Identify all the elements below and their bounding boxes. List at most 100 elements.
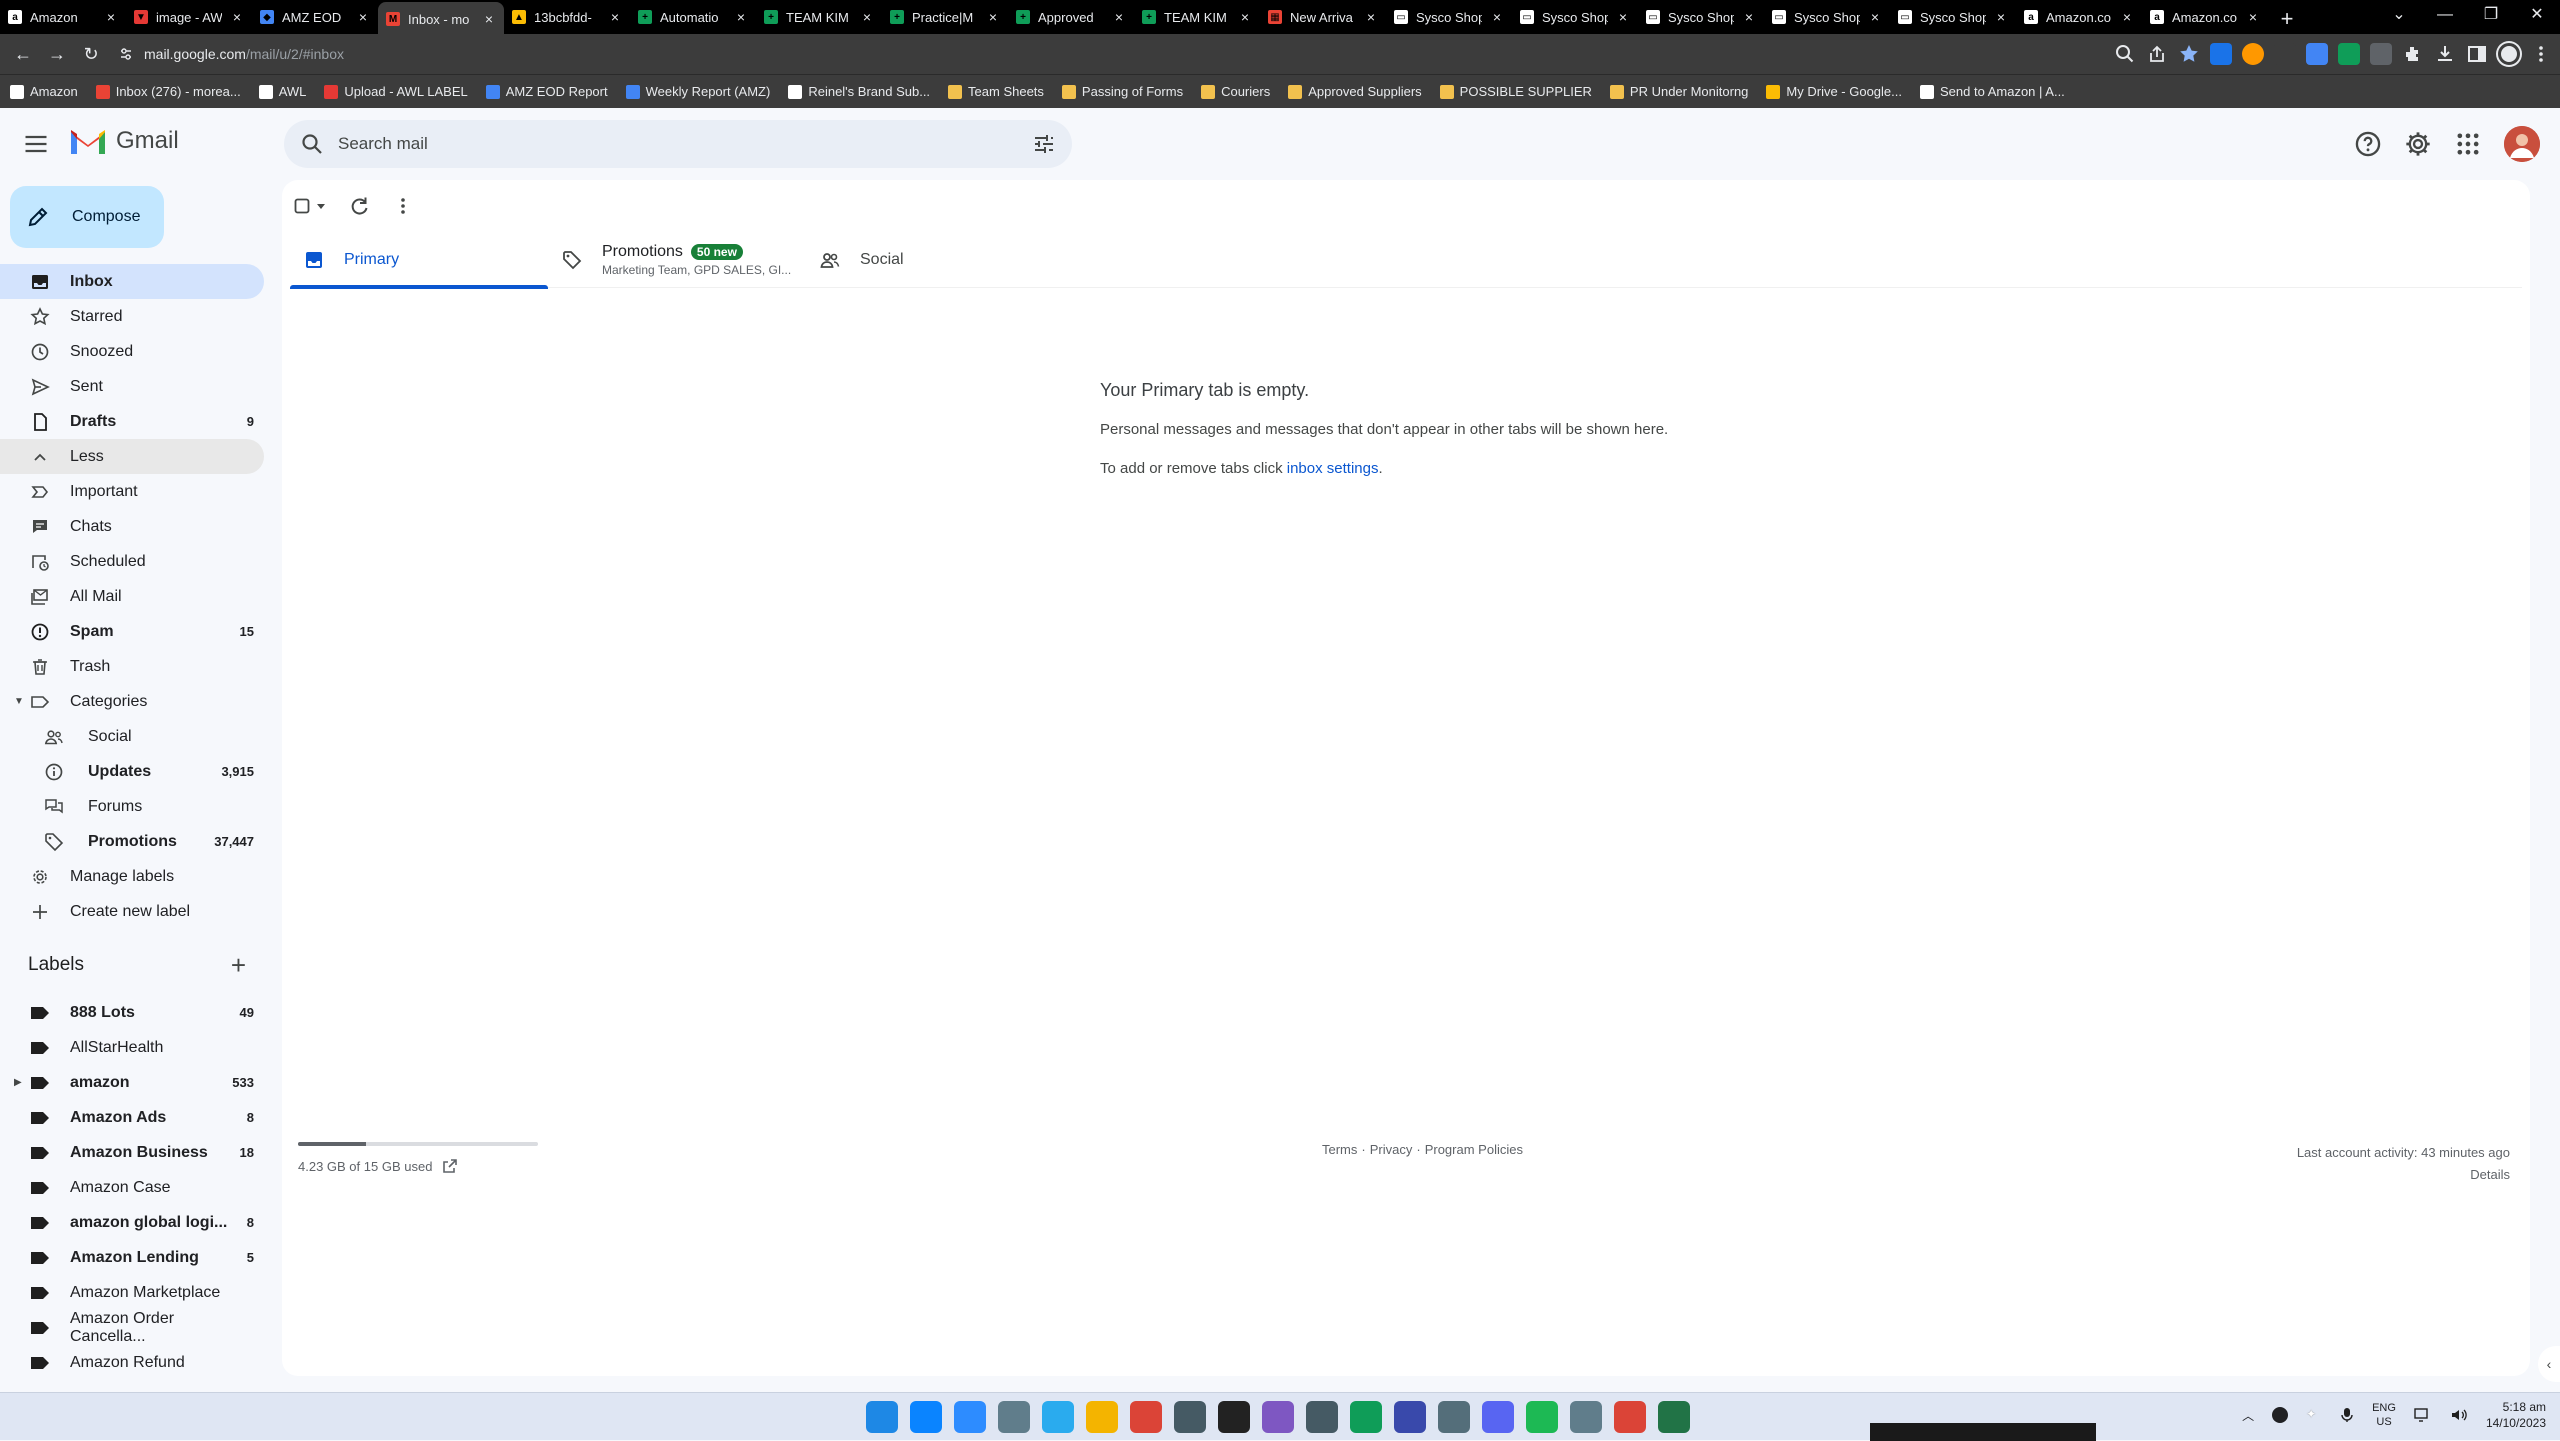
browser-tab[interactable]: M Inbox - mo × [378, 2, 504, 36]
taskbar-app-icon[interactable] [1350, 1401, 1382, 1433]
tab-search-icon[interactable]: ⌄ [2376, 0, 2422, 30]
browser-tab[interactable]: + TEAM KIM × [756, 2, 882, 32]
taskbar-app-icon[interactable] [1394, 1401, 1426, 1433]
bookmark-item[interactable]: POSSIBLE SUPPLIER [1439, 84, 1592, 99]
inbox-settings-link[interactable]: inbox settings [1287, 460, 1379, 477]
search-options-icon[interactable] [1032, 132, 1056, 156]
label-item[interactable]: Amazon Marketplace [0, 1275, 264, 1310]
browser-tab[interactable]: + TEAM KIM × [1134, 2, 1260, 32]
sidebar-item-inbox[interactable]: Inbox [0, 264, 264, 299]
new-tab-button[interactable]: + [2272, 4, 2302, 34]
taskbar-app-icon[interactable] [910, 1401, 942, 1433]
reload-button[interactable]: ↻ [76, 39, 106, 69]
extensions-puzzle-icon[interactable] [2402, 43, 2424, 65]
bookmark-item[interactable]: Amazon [10, 84, 78, 99]
account-avatar[interactable] [2504, 126, 2540, 162]
taskbar-app-icon[interactable] [1438, 1401, 1470, 1433]
back-button[interactable]: ← [8, 39, 38, 69]
bookmark-item[interactable]: Upload - AWL LABEL [324, 84, 468, 99]
sidebar-item-starred[interactable]: Starred [0, 299, 264, 334]
sidebar-item-spam[interactable]: Spam 15 [0, 614, 264, 649]
taskbar-app-icon[interactable] [1086, 1401, 1118, 1433]
label-item[interactable]: Amazon Business 18 [0, 1135, 264, 1170]
search-icon[interactable] [300, 132, 324, 156]
side-panel-icon[interactable] [2466, 43, 2488, 65]
system-clock[interactable]: 5:18 am 14/10/2023 [2486, 1399, 2546, 1431]
restore-button[interactable]: ❐ [2468, 0, 2514, 30]
taskbar-app-icon[interactable] [1174, 1401, 1206, 1433]
extension-icon[interactable] [2338, 43, 2360, 65]
label-item[interactable]: Amazon Order Cancella... [0, 1310, 264, 1345]
close-tab-icon[interactable]: × [356, 10, 370, 24]
close-tab-icon[interactable]: × [1238, 10, 1252, 24]
close-tab-icon[interactable]: × [986, 10, 1000, 24]
taskbar-app-icon[interactable] [998, 1401, 1030, 1433]
browser-tab[interactable]: a Amazon.co × [2016, 2, 2142, 32]
taskbar-app-icon[interactable] [1570, 1401, 1602, 1433]
download-icon[interactable] [2434, 43, 2456, 65]
tab-promotions[interactable]: Promotions 50 new Marketing Team, GPD SAL… [548, 232, 806, 288]
tray-app-icon[interactable]: ✦ [2306, 1407, 2322, 1423]
taskbar-app-icon[interactable] [1614, 1401, 1646, 1433]
browser-tab[interactable]: ▭ Sysco Shop × [1386, 2, 1512, 32]
apps-grid-icon[interactable] [2454, 130, 2482, 158]
taskbar-app-icon[interactable] [1130, 1401, 1162, 1433]
bookmark-item[interactable]: Couriers [1201, 84, 1270, 99]
sidebar-item-categories[interactable]: ▼ Categories [0, 684, 264, 719]
label-item[interactable]: 888 Lots 49 [0, 995, 264, 1030]
close-tab-icon[interactable]: × [1994, 10, 2008, 24]
taskbar-app-icon[interactable] [1218, 1401, 1250, 1433]
caret-down-icon[interactable]: ▼ [14, 696, 24, 707]
tray-overflow-icon[interactable]: ︿ [2242, 1407, 2254, 1424]
close-tab-icon[interactable]: × [1868, 10, 1882, 24]
sidebar-item-less[interactable]: Less [0, 439, 264, 474]
sidebar-item-important[interactable]: Important [0, 474, 264, 509]
bookmark-item[interactable]: AWL [258, 84, 306, 99]
bookmark-item[interactable]: Approved Suppliers [1288, 84, 1422, 99]
extension-icon[interactable] [2242, 43, 2264, 65]
terms-link[interactable]: Terms [1322, 1142, 1357, 1157]
tab-primary[interactable]: Primary [290, 232, 548, 289]
close-tab-icon[interactable]: × [1112, 10, 1126, 24]
browser-tab[interactable]: a Amazon.co × [2142, 2, 2268, 32]
bookmark-item[interactable]: PR Under Monitorng [1609, 84, 1748, 99]
browser-tab[interactable]: ▲ 13bcbfdd- × [504, 2, 630, 32]
url-field[interactable]: mail.google.com/mail/u/2/#inbox [118, 38, 2114, 70]
close-tab-icon[interactable]: × [734, 10, 748, 24]
minimize-button[interactable]: — [2422, 0, 2468, 30]
label-item[interactable]: Amazon Lending 5 [0, 1240, 264, 1275]
browser-tab[interactable]: ▭ Sysco Shop × [1638, 2, 1764, 32]
taskbar-app-icon[interactable] [1306, 1401, 1338, 1433]
open-in-new-icon[interactable] [442, 1158, 458, 1174]
close-tab-icon[interactable]: × [1616, 10, 1630, 24]
program-policies-link[interactable]: Program Policies [1425, 1142, 1523, 1157]
search-input[interactable] [338, 134, 1032, 154]
zoom-icon[interactable] [2114, 43, 2136, 65]
privacy-link[interactable]: Privacy [1370, 1142, 1413, 1157]
sidebar-item-drafts[interactable]: Drafts 9 [0, 404, 264, 439]
taskbar-app-icon[interactable] [954, 1401, 986, 1433]
storage-meter[interactable] [298, 1142, 538, 1146]
browser-tab[interactable]: ▼ image - AW × [126, 2, 252, 32]
site-info-icon[interactable] [118, 46, 134, 62]
show-side-panel-icon[interactable]: ‹ [2538, 1346, 2560, 1382]
sidebar-item-promotions[interactable]: Promotions 37,447 [0, 824, 264, 859]
sidebar-item-social[interactable]: Social [0, 719, 264, 754]
select-all-checkbox[interactable] [294, 198, 326, 214]
menu-kebab-icon[interactable] [2530, 43, 2552, 65]
taskbar-app-icon[interactable] [1658, 1401, 1690, 1433]
extension-icon[interactable] [2370, 43, 2392, 65]
browser-tab[interactable]: + Approved × [1008, 2, 1134, 32]
sidebar-item-sent[interactable]: Sent [0, 369, 264, 404]
close-tab-icon[interactable]: × [482, 12, 496, 26]
label-item[interactable]: Amazon Case [0, 1170, 264, 1205]
profile-icon[interactable] [2498, 43, 2520, 65]
label-item[interactable]: amazon global logi... 8 [0, 1205, 264, 1240]
sidebar-item-all-mail[interactable]: All Mail [0, 579, 264, 614]
volume-icon[interactable] [2450, 1407, 2468, 1423]
sidebar-item-scheduled[interactable]: Scheduled [0, 544, 264, 579]
bookmark-item[interactable]: Weekly Report (AMZ) [625, 84, 770, 99]
label-item[interactable]: Amazon Refund [0, 1345, 264, 1380]
bookmark-item[interactable]: Send to Amazon | A... [1920, 84, 2065, 99]
taskbar-app-icon[interactable] [866, 1401, 898, 1433]
